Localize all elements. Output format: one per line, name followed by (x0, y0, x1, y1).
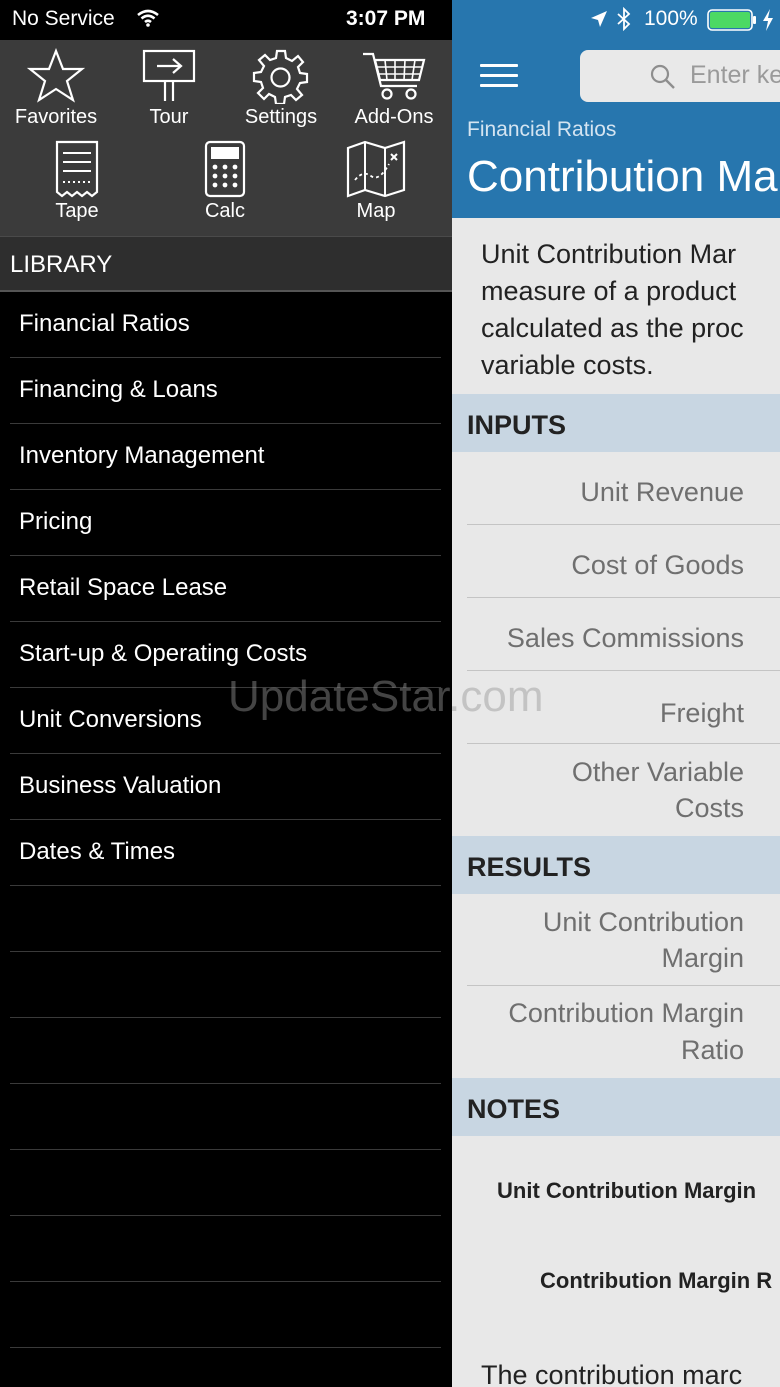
gear-icon (252, 49, 309, 104)
bluetooth-icon (617, 7, 631, 31)
search-placeholder: Enter ke (690, 61, 780, 89)
cart-icon (363, 52, 426, 100)
field-label: Cost of Goods (571, 550, 744, 580)
location-arrow-icon (591, 11, 607, 27)
battery-percent: 100% (644, 7, 698, 30)
result-label: Ratio (680, 1035, 744, 1065)
sales-commissions-field[interactable]: Sales Commissions (467, 598, 780, 671)
library-item-label: Financial Ratios (19, 310, 190, 337)
results-section-header: RESULTS (452, 836, 780, 894)
map-label: Map (356, 200, 396, 222)
library-item-label: Dates & Times (19, 838, 176, 865)
description-line: Unit Contribution Mar (481, 239, 737, 269)
wifi-icon (137, 9, 159, 27)
library-item-label: Pricing (19, 508, 93, 535)
library-item-financial-ratios[interactable]: Financial Ratios (10, 292, 441, 358)
library-item-label: Inventory Management (19, 442, 265, 469)
description: Unit Contribution Mar measure of a produ… (481, 236, 780, 384)
add-ons-label: Add-Ons (354, 106, 434, 128)
library-empty-row (10, 1084, 441, 1150)
library-item-label: Business Valuation (19, 772, 222, 799)
result-label: Contribution Margin (508, 998, 744, 1028)
nav-bar: Enter ke Financial Ratios Contribution M… (452, 40, 780, 218)
toolbar: Favorites Tour Settings Add-Ons Tape Cal… (0, 40, 452, 236)
library-empty-row (10, 1018, 441, 1084)
library-item-dates-times[interactable]: Dates & Times (10, 820, 441, 886)
charging-bolt-icon (763, 9, 773, 31)
library-empty-row (10, 1216, 441, 1282)
contribution-margin-ratio-result: Contribution Margin Ratio (467, 986, 780, 1078)
favorites-button[interactable]: Favorites (1, 48, 111, 129)
page-title: Contribution Ma (467, 152, 778, 201)
calculator-icon (204, 140, 246, 198)
library-empty-row (10, 1282, 441, 1348)
watermark: UpdateStar.com (228, 672, 544, 721)
inputs-section-header: INPUTS (452, 394, 780, 452)
unit-contribution-margin-result: Unit Contribution Margin (467, 894, 780, 986)
tour-icon (142, 49, 196, 101)
note-heading: Contribution Margin R (540, 1268, 773, 1293)
favorites-label: Favorites (14, 106, 98, 128)
calc-label: Calc (204, 200, 245, 222)
hamburger-line (480, 64, 518, 67)
library-item-retail-space-lease[interactable]: Retail Space Lease (10, 556, 441, 622)
library-header: LIBRARY (0, 236, 452, 292)
menu-toggle-button[interactable] (480, 64, 518, 90)
breadcrumb: Financial Ratios (467, 118, 617, 141)
map-button[interactable]: Map (321, 140, 431, 223)
library-item-label: Financing & Loans (19, 376, 218, 403)
battery-icon (707, 9, 756, 31)
notes-header-label: NOTES (467, 1094, 561, 1124)
library-empty-row (10, 952, 441, 1018)
add-ons-button[interactable]: Add-Ons (339, 48, 449, 129)
field-label: Freight (659, 698, 744, 728)
clock: 3:07 PM (346, 7, 426, 30)
field-label: Sales Commissions (506, 623, 744, 653)
field-label: Other Variable (571, 757, 744, 787)
library-item-label: Start-up & Operating Costs (19, 640, 308, 667)
status-bar-left: No Service 3:07 PM (0, 0, 452, 40)
field-label: Unit Revenue (580, 477, 744, 507)
settings-button[interactable]: Settings (226, 48, 336, 129)
unit-revenue-field[interactable]: Unit Revenue (467, 452, 780, 525)
tape-label: Tape (55, 200, 99, 222)
result-label: Unit Contribution (542, 907, 744, 937)
library-item-pricing[interactable]: Pricing (10, 490, 441, 556)
hamburger-line (480, 84, 518, 87)
description-line: measure of a product (481, 276, 737, 306)
search-input[interactable]: Enter ke (580, 50, 780, 102)
library-empty-row (10, 886, 441, 952)
notes-section-header: NOTES (452, 1078, 780, 1136)
description-line: calculated as the proc (481, 313, 744, 343)
library-item-inventory-management[interactable]: Inventory Management (10, 424, 441, 490)
carrier-label: No Service (12, 7, 115, 30)
note-text: The contribution marc (481, 1360, 743, 1387)
library-list: Financial Ratios Financing & Loans Inven… (0, 292, 452, 1348)
cost-of-goods-field[interactable]: Cost of Goods (467, 525, 780, 598)
search-icon (650, 64, 675, 89)
other-variable-costs-field[interactable]: Other Variable Costs (467, 744, 780, 838)
tape-button[interactable]: Tape (22, 140, 132, 223)
library-item-financing-loans[interactable]: Financing & Loans (10, 358, 441, 424)
library-item-business-valuation[interactable]: Business Valuation (10, 754, 441, 820)
note-heading: Unit Contribution Margin (497, 1178, 757, 1203)
field-label: Costs (674, 793, 744, 823)
settings-label: Settings (244, 106, 318, 128)
tour-label: Tour (149, 106, 189, 128)
library-item-label: Retail Space Lease (19, 574, 228, 601)
hamburger-line (480, 74, 518, 77)
results-header-label: RESULTS (467, 852, 592, 882)
description-line: variable costs. (481, 350, 654, 380)
library-title: LIBRARY (10, 251, 113, 278)
inputs-header-label: INPUTS (467, 410, 567, 440)
result-label: Margin (661, 943, 744, 973)
tape-icon (55, 140, 99, 198)
library-empty-row (10, 1150, 441, 1216)
tour-button[interactable]: Tour (114, 48, 224, 129)
status-bar-right: 100% (452, 0, 780, 40)
calc-button[interactable]: Calc (170, 140, 280, 223)
star-icon (26, 48, 86, 103)
library-item-label: Unit Conversions (19, 706, 202, 733)
map-icon (346, 140, 406, 198)
